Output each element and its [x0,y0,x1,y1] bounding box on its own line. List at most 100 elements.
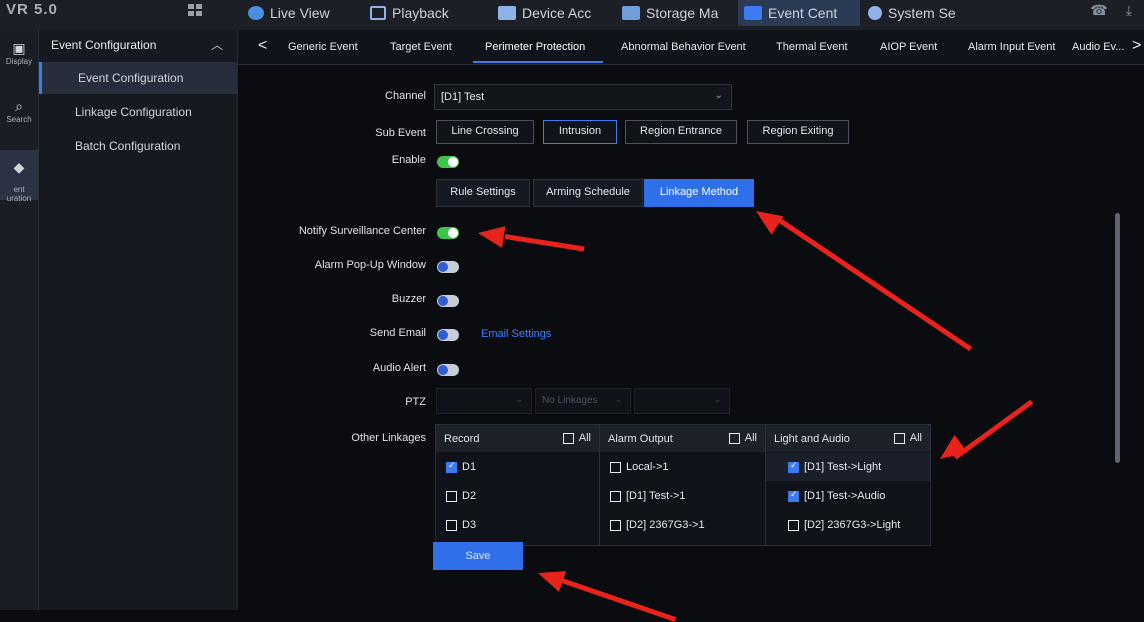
tabs-next-chevron[interactable]: > [1132,37,1141,55]
tab-perimeter-protection[interactable]: Perimeter Protection [485,41,585,53]
nav-live-view[interactable]: Live View [248,0,330,26]
enable-toggle[interactable] [437,156,459,168]
light-audio-row-d1-light[interactable]: [D1] Test->Light [766,453,930,481]
tab-linkage-method[interactable]: Linkage Method [644,179,754,207]
record-row-d2[interactable]: D2 [436,482,599,510]
checkbox-checked-icon [788,489,799,502]
sub-event-line-crossing[interactable]: Line Crossing [436,120,534,144]
storage-icon [622,6,640,20]
checkbox-icon [788,520,799,531]
app-grid-icon[interactable] [188,4,204,18]
nav-device-access[interactable]: Device Acc [498,0,591,26]
ptz-label: PTZ [405,396,426,408]
audio-alert-toggle[interactable] [437,364,459,376]
checkbox-icon [728,432,740,444]
buzzer-toggle[interactable] [437,295,459,307]
sidebar-group-header[interactable]: Event Configuration ︿ [39,32,237,58]
tab-target-event[interactable]: Target Event [390,41,452,53]
notify-surveillance-label: Notify Surveillance Center [298,225,426,237]
email-settings-link[interactable]: Email Settings [481,328,551,340]
record-select-all[interactable]: All [562,432,591,444]
checkbox-checked-icon [788,460,799,473]
checkbox-icon [446,520,457,531]
record-row-d1[interactable]: D1 [436,453,599,481]
device-access-icon [498,6,516,20]
sidebar-item-linkage-configuration[interactable]: Linkage Configuration [39,96,237,128]
checkbox-icon [562,432,574,444]
alarm-popup-toggle[interactable] [437,261,459,273]
audio-alert-label: Audio Alert [372,362,426,374]
light-audio-row-d2-light[interactable]: [D2] 2367G3->Light [766,511,930,539]
download-icon[interactable]: ⤓ [1126,2,1132,19]
tab-audio-event[interactable]: Audio Ev... [1072,41,1124,53]
tab-alarm-input-event[interactable]: Alarm Input Event [968,41,1055,53]
checkbox-icon [893,432,905,444]
record-linkage-table: Record All D1 D2 D3 [435,424,600,546]
checkbox-checked-icon [446,460,457,473]
alarm-bell-icon[interactable]: ☎ [1090,2,1107,19]
light-audio-row-d1-audio[interactable]: [D1] Test->Audio [766,482,930,510]
tab-generic-event[interactable]: Generic Event [288,41,358,53]
rail-search[interactable]: ⌕ Search [0,98,38,138]
scrollbar[interactable] [1115,213,1120,463]
alarm-output-row-d2[interactable]: [D2] 2367G3->1 [600,511,765,539]
ptz-select-2: No Linkages ⌄ [535,388,631,414]
tabs-back-chevron[interactable]: < [258,37,267,55]
checkbox-icon [610,520,621,531]
light-audio-header: Light and Audio All [766,425,930,452]
buzzer-label: Buzzer [391,293,426,305]
sub-event-label: Sub Event [375,127,426,139]
event-center-icon [744,6,762,20]
event-icon: ◆ [13,159,25,175]
send-email-toggle[interactable] [437,329,459,341]
search-icon: ⌕ [15,98,23,114]
top-right-tools: ☎ ⤓ [1090,2,1132,19]
sub-event-intrusion[interactable]: Intrusion [543,120,617,144]
alarm-output-header: Alarm Output All [600,425,765,452]
channel-label: Channel [385,90,426,102]
tab-aiop-event[interactable]: AIOP Event [880,41,937,53]
left-rail: ▣ Display ⌕ Search ◆ ent uration [0,30,39,610]
notify-surveillance-toggle[interactable] [437,227,459,239]
live-view-icon [248,6,264,20]
chevron-down-icon: ⌄ [614,394,622,404]
chevron-down-icon: ⌄ [714,90,723,101]
tab-abnormal-behavior-event[interactable]: Abnormal Behavior Event [621,41,746,53]
nav-storage[interactable]: Storage Ma [622,0,718,26]
other-linkages-label: Other Linkages [351,432,426,444]
active-tab-underline [473,61,603,63]
playback-icon [370,6,386,20]
nav-playback[interactable]: Playback [370,0,449,26]
tab-arming-schedule[interactable]: Arming Schedule [533,179,643,207]
enable-label: Enable [391,154,426,166]
record-header: Record All [436,425,599,452]
channel-select[interactable]: [D1] Test ⌄ [434,84,732,110]
nav-system-settings[interactable]: System Se [868,0,956,26]
checkbox-icon [610,491,621,502]
nav-event-center[interactable]: Event Cent [738,0,860,26]
display-icon: ▣ [12,40,26,56]
sub-event-region-exiting[interactable]: Region Exiting [747,120,849,144]
alarm-popup-label: Alarm Pop-Up Window [314,259,426,271]
chevron-down-icon: ⌄ [713,394,721,404]
top-bar: VR 5.0 Live View Playback Device Acc Sto… [0,0,1144,31]
tab-rule-settings[interactable]: Rule Settings [436,179,530,207]
sidebar-item-batch-configuration[interactable]: Batch Configuration [39,130,237,162]
brand-logo: VR 5.0 [6,1,58,18]
send-email-label: Send Email [369,327,426,339]
checkbox-icon [610,462,621,473]
alarm-output-table: Alarm Output All Local->1 [D1] Test->1 [… [599,424,766,546]
chevron-up-icon: ︿ [210,38,223,52]
sub-event-region-entrance[interactable]: Region Entrance [625,120,737,144]
alarm-output-row-d1[interactable]: [D1] Test->1 [600,482,765,510]
record-row-d3[interactable]: D3 [436,511,599,539]
alarm-output-row-local[interactable]: Local->1 [600,453,765,481]
tab-thermal-event[interactable]: Thermal Event [776,41,848,53]
rail-display[interactable]: ▣ Display [0,40,38,80]
sidebar-item-event-configuration[interactable]: Event Configuration [39,62,237,94]
alarm-output-select-all[interactable]: All [728,432,757,444]
save-button[interactable]: Save [433,542,523,570]
rail-event-configuration[interactable]: ◆ ent uration [0,150,38,203]
light-audio-select-all[interactable]: All [893,432,922,444]
light-audio-table: Light and Audio All [D1] Test->Light [D1… [765,424,931,546]
